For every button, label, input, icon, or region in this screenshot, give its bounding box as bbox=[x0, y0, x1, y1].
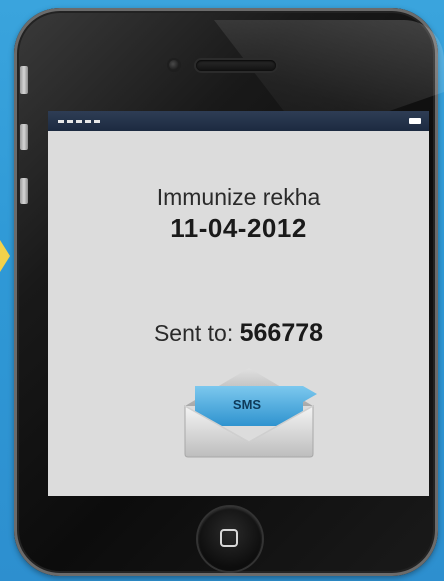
volume-down-button bbox=[20, 178, 28, 204]
background-arrow-shape bbox=[0, 240, 10, 272]
home-button[interactable] bbox=[198, 507, 262, 571]
volume-up-button bbox=[20, 124, 28, 150]
front-camera bbox=[169, 60, 179, 70]
phone-screen: Immunize rekha 11-04-2012 Sent to: 56677… bbox=[48, 111, 429, 496]
sent-to-label: Sent to: bbox=[153, 320, 234, 346]
battery-icon bbox=[409, 118, 421, 124]
signal-bars-icon bbox=[58, 120, 100, 123]
sms-envelope-icon[interactable]: SMS bbox=[179, 364, 319, 459]
earpiece-speaker bbox=[196, 60, 276, 71]
message-date: 11-04-2012 bbox=[170, 213, 307, 243]
home-square-icon bbox=[220, 529, 238, 547]
status-bar bbox=[48, 111, 429, 131]
sms-confirmation: Immunize rekha 11-04-2012 Sent to: 56677… bbox=[48, 131, 429, 496]
phone-frame: Immunize rekha 11-04-2012 Sent to: 56677… bbox=[14, 8, 444, 576]
message-title: Immunize rekha bbox=[156, 184, 321, 210]
sent-to-number: 566778 bbox=[239, 319, 324, 347]
mute-switch bbox=[20, 66, 28, 94]
sms-label: SMS bbox=[233, 397, 262, 412]
sent-to-line: Sent to: 566778 bbox=[48, 319, 429, 348]
